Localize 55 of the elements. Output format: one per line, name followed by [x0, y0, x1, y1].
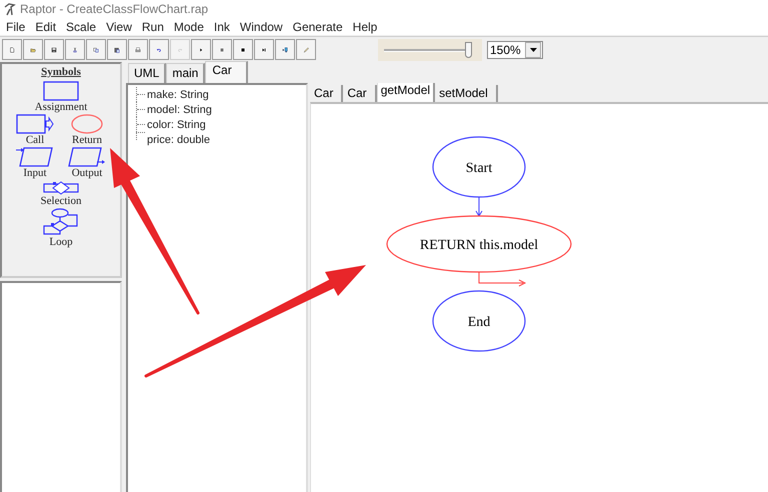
menu-item[interactable]: Edit — [31, 20, 62, 34]
symbol-label[interactable]: Output — [72, 167, 102, 180]
attribute-item[interactable]: model: String — [147, 104, 212, 116]
clipboard-icon[interactable] — [107, 39, 127, 60]
call-symbol-icon[interactable] — [16, 114, 54, 134]
monitor-icon[interactable] — [275, 39, 295, 60]
start-node[interactable]: Start — [432, 136, 526, 198]
loop-symbol-icon[interactable] — [43, 208, 79, 236]
menu-item[interactable]: File — [2, 20, 32, 34]
symbol-label[interactable]: Loop — [49, 236, 73, 249]
oval-icon[interactable] — [71, 114, 103, 134]
play-icon[interactable] — [191, 39, 211, 60]
rectangle-icon[interactable] — [43, 81, 79, 101]
return-node[interactable]: RETURN this.model — [386, 215, 572, 273]
tab[interactable]: Car — [205, 61, 248, 83]
folder-icon[interactable] — [23, 39, 43, 60]
menu-item[interactable]: Help — [348, 20, 384, 34]
menu-item[interactable]: View — [102, 20, 138, 34]
scissors-icon[interactable] — [65, 39, 85, 60]
menu-item[interactable]: Scale — [62, 20, 102, 34]
save-icon[interactable] — [44, 39, 64, 60]
new-file-icon[interactable] — [2, 39, 22, 60]
panel-title: Symbols — [41, 66, 81, 78]
selection-symbol-icon[interactable] — [43, 180, 79, 195]
symbol-label[interactable]: Return — [72, 134, 102, 147]
window-title: Raptor - CreateClassFlowChart.rap — [20, 2, 208, 16]
attribute-item[interactable]: color: String — [147, 118, 206, 130]
printer-icon[interactable] — [128, 39, 148, 60]
caret-icon[interactable] — [525, 42, 541, 58]
stop-icon[interactable] — [233, 39, 253, 60]
symbol-label[interactable]: Call — [26, 134, 44, 147]
symbol-label[interactable]: Assignment — [34, 101, 88, 114]
menu-item[interactable]: Ink — [210, 20, 236, 34]
bird-icon — [4, 2, 16, 16]
zoom-dropdown[interactable]: 150% — [487, 40, 543, 58]
menu-item[interactable]: Window — [236, 20, 289, 34]
menu-item[interactable]: Generate — [288, 20, 349, 34]
attribute-item[interactable]: make: String — [147, 88, 209, 100]
copy-icon[interactable] — [86, 39, 106, 60]
connector-arrow — [476, 196, 482, 217]
output-symbol-icon[interactable] — [67, 147, 107, 167]
connector-arrow — [478, 272, 526, 286]
symbol-label[interactable]: Input — [23, 167, 47, 180]
tab[interactable]: main — [166, 63, 206, 83]
symbol-label[interactable]: Selection — [40, 195, 82, 208]
tab[interactable]: getModel — [376, 83, 436, 102]
zoom-slider[interactable] — [378, 38, 482, 60]
end-node[interactable]: End — [432, 290, 526, 352]
pen-icon[interactable] — [296, 39, 316, 60]
attribute-item[interactable]: price: double — [147, 134, 210, 146]
input-symbol-icon[interactable] — [16, 147, 54, 167]
menu-item[interactable]: Run — [138, 20, 170, 34]
menu-item[interactable]: Mode — [170, 20, 210, 34]
undo-icon[interactable] — [149, 39, 169, 60]
tab[interactable]: UML — [128, 63, 166, 83]
